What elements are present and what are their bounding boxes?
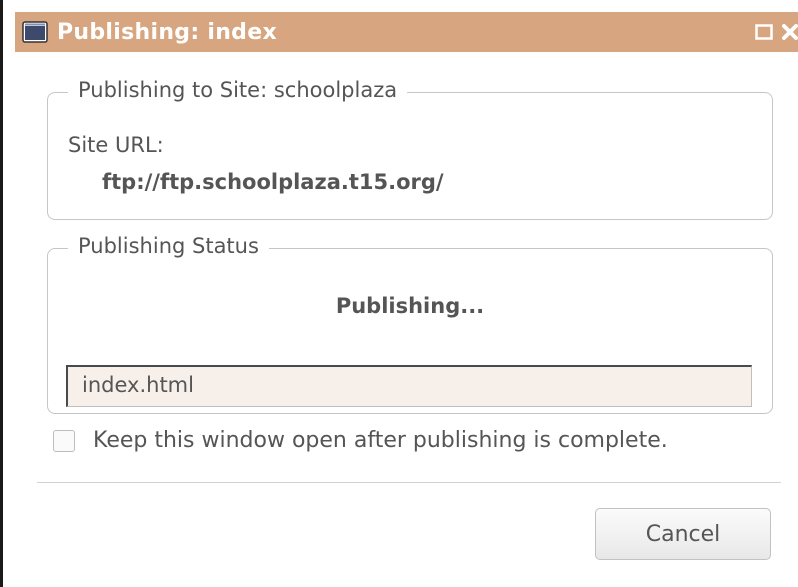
publishing-dialog: Publishing: index Publishing to Site: sc… [0, 0, 798, 587]
window-controls [753, 12, 798, 52]
close-icon[interactable] [779, 21, 798, 43]
title-bar[interactable]: Publishing: index [15, 12, 798, 52]
keep-open-option[interactable]: Keep this window open after publishing i… [53, 428, 668, 453]
maximize-icon[interactable] [753, 21, 775, 43]
publishing-status-text: Publishing... [335, 294, 485, 318]
app-window-icon [21, 20, 49, 44]
keep-open-label[interactable]: Keep this window open after publishing i… [93, 428, 668, 453]
progress-file-name: index.html [82, 373, 194, 397]
site-group-legend: Publishing to Site: schoolplaza [68, 78, 408, 102]
status-group-legend: Publishing Status [68, 234, 269, 258]
publish-progress-bar: index.html [66, 365, 752, 407]
site-url-label: Site URL: [68, 133, 164, 157]
divider [37, 482, 781, 483]
site-url-value: ftp://ftp.schoolplaza.t15.org/ [102, 170, 444, 194]
status-group: Publishing Status Publishing... index.ht… [47, 234, 773, 414]
window-title: Publishing: index [57, 19, 277, 45]
keep-open-checkbox[interactable] [53, 429, 75, 452]
cancel-button[interactable]: Cancel [595, 508, 771, 560]
site-group: Publishing to Site: schoolplaza Site URL… [47, 78, 773, 220]
